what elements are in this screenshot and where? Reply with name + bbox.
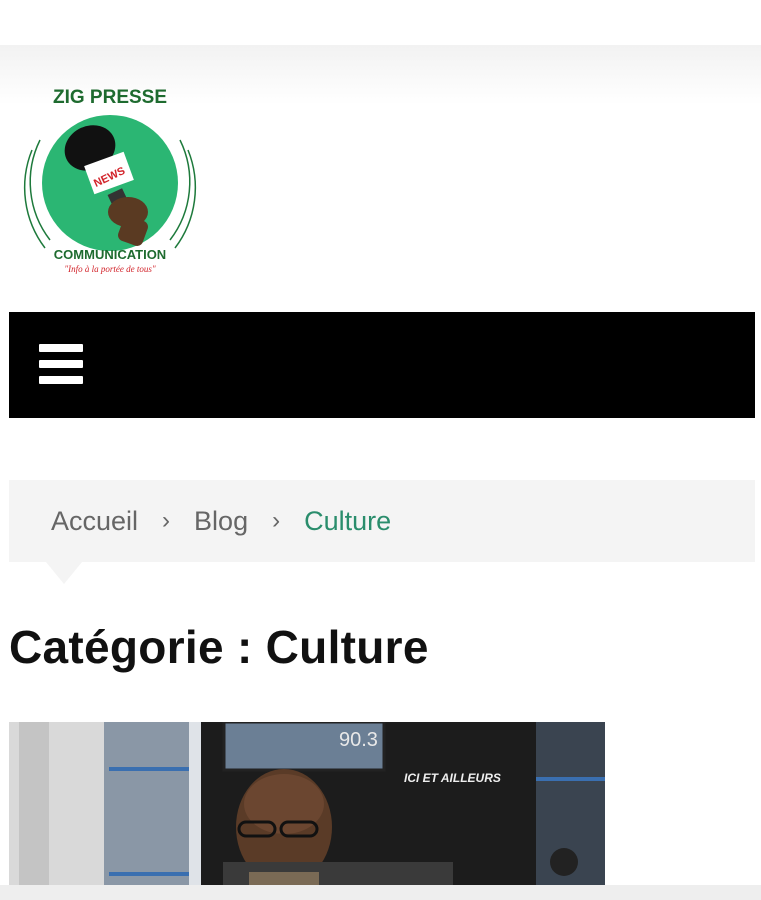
hamburger-menu-icon[interactable]: [39, 344, 85, 386]
bottom-strip: [0, 885, 761, 900]
main-navigation-bar: [9, 312, 755, 418]
breadcrumb-home-link[interactable]: Accueil: [51, 506, 138, 537]
page-title: Catégorie : Culture: [9, 621, 429, 673]
breadcrumb-separator-icon: ›: [162, 507, 171, 534]
featured-wall-text: ICI ET AILLEURS: [404, 771, 501, 785]
logo-tagline: "Info à la portée de tous": [64, 264, 156, 274]
featured-post-image[interactable]: 90.3 ICI ET AILLEURS: [9, 722, 605, 885]
site-logo[interactable]: NEWS ZIG PRESSE COMMUNICATION "Info à la…: [10, 80, 210, 280]
breadcrumb-blog-link[interactable]: Blog: [194, 506, 248, 537]
logo-top-text: ZIG PRESSE: [53, 87, 167, 108]
featured-screen-text: 90.3: [339, 729, 378, 751]
breadcrumb-current: Culture: [304, 505, 392, 536]
zig-presse-logo-icon: NEWS ZIG PRESSE COMMUNICATION "Info à la…: [23, 87, 197, 274]
breadcrumb-separator-icon: ›: [272, 507, 281, 534]
logo-bottom-text: COMMUNICATION: [54, 247, 166, 262]
breadcrumb: Accueil › Blog › Culture: [9, 480, 755, 562]
featured-photo: 90.3 ICI ET AILLEURS: [9, 722, 605, 885]
breadcrumb-pointer: [46, 562, 82, 584]
